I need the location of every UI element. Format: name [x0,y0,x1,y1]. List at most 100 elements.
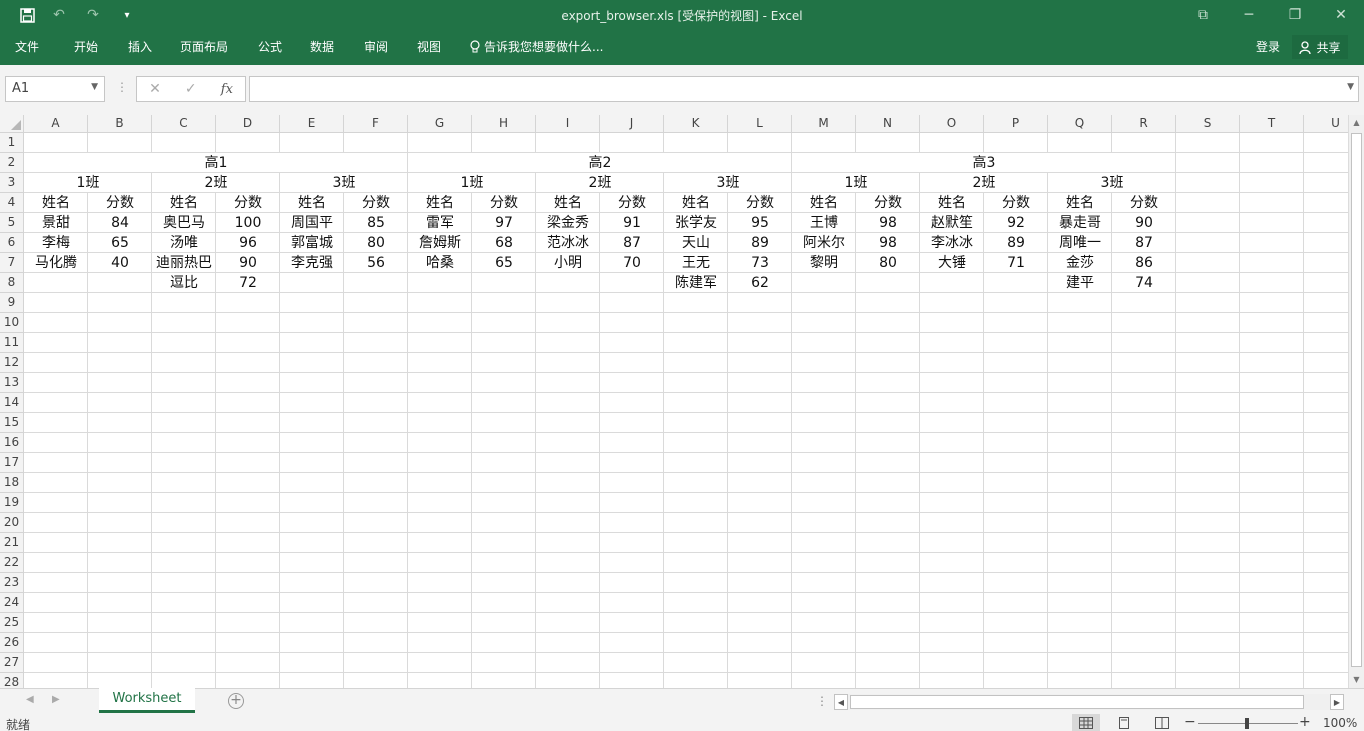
name-cell[interactable]: 大锤 [920,253,984,273]
row-header[interactable]: 4 [0,193,24,213]
score-cell[interactable]: 73 [728,253,792,273]
vertical-scrollbar[interactable]: ▲ ▼ [1348,115,1364,688]
name-cell[interactable]: 迪丽热巴 [152,253,216,273]
tab-insert[interactable]: 插入 [128,38,152,55]
name-cell[interactable]: 李冰冰 [920,233,984,253]
score-cell[interactable]: 92 [984,213,1048,233]
row-header[interactable]: 27 [0,653,24,673]
name-cell[interactable]: 景甜 [24,213,88,233]
row-header[interactable]: 26 [0,633,24,653]
name-cell[interactable]: 范冰冰 [536,233,600,253]
name-cell[interactable]: 哈桑 [408,253,472,273]
horizontal-scrollbar[interactable]: ◀ ▶ [834,694,1344,710]
name-cell[interactable]: 汤唯 [152,233,216,253]
row-header[interactable]: 21 [0,533,24,553]
score-cell[interactable]: 98 [856,213,920,233]
score-cell[interactable]: 97 [472,213,536,233]
cancel-icon[interactable]: ✕ [149,81,161,97]
name-cell[interactable]: 雷军 [408,213,472,233]
name-cell[interactable]: 张学友 [664,213,728,233]
name-cell[interactable]: 马化腾 [24,253,88,273]
score-cell[interactable]: 90 [216,253,280,273]
close-icon[interactable]: ✕ [1318,3,1364,27]
column-header[interactable]: O [920,115,984,133]
name-cell[interactable]: 小明 [536,253,600,273]
column-header[interactable]: H [472,115,536,133]
column-header[interactable]: D [216,115,280,133]
score-cell[interactable]: 56 [344,253,408,273]
tab-file[interactable]: 文件 [15,38,39,55]
column-header[interactable]: G [408,115,472,133]
page-break-view-icon[interactable] [1148,714,1176,731]
row-header[interactable]: 17 [0,453,24,473]
grade-header-cell[interactable]: 高1 [24,153,408,173]
name-cell[interactable]: 黎明 [792,253,856,273]
field-header-cell[interactable]: 分数 [88,193,152,213]
name-cell[interactable]: 郭富城 [280,233,344,253]
row-header[interactable]: 7 [0,253,24,273]
field-header-cell[interactable]: 姓名 [920,193,984,213]
add-sheet-icon[interactable]: + [228,693,244,709]
row-header[interactable]: 23 [0,573,24,593]
field-header-cell[interactable]: 分数 [472,193,536,213]
field-header-cell[interactable]: 分数 [728,193,792,213]
column-header[interactable]: C [152,115,216,133]
column-header[interactable]: N [856,115,920,133]
next-sheet-icon[interactable]: ▶ [52,694,60,705]
score-cell[interactable]: 65 [472,253,536,273]
column-header[interactable]: T [1240,115,1304,133]
column-header[interactable]: A [24,115,88,133]
tab-formulas[interactable]: 公式 [258,38,282,55]
score-cell[interactable]: 98 [856,233,920,253]
chevron-down-icon[interactable]: ▼ [91,82,98,92]
column-header[interactable]: U [1304,115,1348,133]
score-cell[interactable]: 84 [88,213,152,233]
column-header[interactable]: I [536,115,600,133]
name-cell[interactable]: 奥巴马 [152,213,216,233]
name-cell[interactable]: 周国平 [280,213,344,233]
class-header-cell[interactable]: 3班 [1048,173,1176,193]
tab-view[interactable]: 视图 [417,38,441,55]
class-header-cell[interactable]: 1班 [24,173,152,193]
row-header[interactable]: 15 [0,413,24,433]
row-header[interactable]: 11 [0,333,24,353]
column-header[interactable]: M [792,115,856,133]
name-cell[interactable]: 逗比 [152,273,216,293]
check-icon[interactable]: ✓ [185,81,197,97]
column-header[interactable]: P [984,115,1048,133]
zoom-in-icon[interactable]: + [1299,714,1311,730]
tab-page-layout[interactable]: 页面布局 [180,38,228,55]
field-header-cell[interactable]: 分数 [216,193,280,213]
score-cell[interactable]: 86 [1112,253,1176,273]
name-box[interactable]: A1 ▼ [5,76,105,102]
grade-header-cell[interactable]: 高3 [792,153,1176,173]
name-cell[interactable]: 王无 [664,253,728,273]
field-header-cell[interactable]: 分数 [984,193,1048,213]
score-cell[interactable]: 74 [1112,273,1176,293]
vertical-scroll-thumb[interactable] [1351,133,1362,667]
field-header-cell[interactable]: 姓名 [664,193,728,213]
name-cell[interactable]: 金莎 [1048,253,1112,273]
page-layout-view-icon[interactable] [1110,714,1138,731]
score-cell[interactable]: 90 [1112,213,1176,233]
scroll-down-icon[interactable]: ▼ [1349,672,1364,688]
class-header-cell[interactable]: 1班 [792,173,920,193]
drag-handle-icon[interactable]: ⋮ [116,80,128,94]
column-header[interactable]: S [1176,115,1240,133]
class-header-cell[interactable]: 1班 [408,173,536,193]
score-cell[interactable]: 80 [856,253,920,273]
cell-area[interactable]: 高1 高2 高3 1班 2班 3班 1班 2班 3班 1班 2班 3班 姓名 分数 姓名 分数 姓名 分数 姓名 分数… [24,133,1348,688]
score-cell[interactable]: 89 [984,233,1048,253]
column-header[interactable]: J [600,115,664,133]
score-cell[interactable]: 40 [88,253,152,273]
score-cell[interactable]: 89 [728,233,792,253]
score-cell[interactable]: 87 [600,233,664,253]
column-header[interactable]: B [88,115,152,133]
score-cell[interactable]: 68 [472,233,536,253]
horizontal-scroll-thumb[interactable] [850,695,1304,709]
field-header-cell[interactable]: 分数 [344,193,408,213]
row-header[interactable]: 12 [0,353,24,373]
name-cell[interactable]: 暴走哥 [1048,213,1112,233]
field-header-cell[interactable]: 分数 [1112,193,1176,213]
score-cell[interactable]: 70 [600,253,664,273]
